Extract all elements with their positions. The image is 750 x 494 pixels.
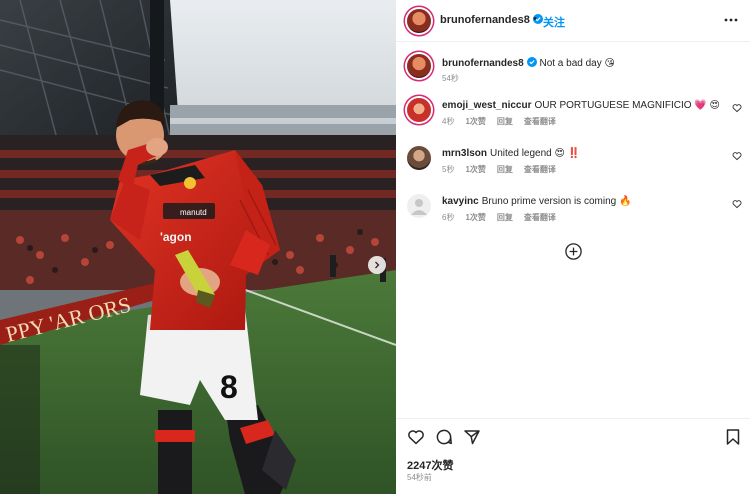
comment-icon[interactable] [435,428,453,446]
comment-translate-button[interactable]: 查看翻译 [524,117,556,126]
post-action-bar [396,418,750,454]
post-timestamp: 54秒前 [407,473,432,482]
comment-text: OUR PORTUGUESE MAGNIFICIO [534,100,692,111]
carousel-next-button[interactable] [368,256,386,274]
verified-badge-icon [526,57,537,67]
comment-reply-button[interactable]: 回复 [497,213,513,222]
caption-text: Not a bad day [539,58,602,69]
comment-heart-icon[interactable] [732,151,742,161]
more-options-icon[interactable] [724,14,738,26]
comment-body: kavyinc Bruno prime version is coming 🔥 [442,196,631,207]
comment-heart-icon[interactable] [732,103,742,113]
comment-translate-button[interactable]: 查看翻译 [524,213,556,222]
shorts-number: 8 [220,369,238,405]
author-username[interactable]: brunofernandes8 [440,14,543,26]
comment-item: kavyinc Bruno prime version is coming 🔥 6… [396,194,750,234]
comment-time: 5秒 [442,165,455,174]
commenter-avatar[interactable] [407,146,431,170]
comment-username[interactable]: emoji_west_niccur [442,100,531,111]
follow-button[interactable]: 关注 [543,14,565,30]
comment-body: emoji_west_niccur OUR PORTUGUESE MAGNIFIC… [442,100,720,111]
comment-time: 4秒 [442,117,455,126]
caption-timestamp: 54秒 [442,74,459,83]
comment-emoji: 🔥 [618,196,632,207]
author-avatar[interactable] [407,9,431,33]
comment-heart-icon[interactable] [732,199,742,209]
comment-time: 6秒 [442,213,455,222]
post-caption: brunofernandes8 Not a bad day 😘 [442,57,615,69]
comment-body: mrn3lson United legend 😍 ‼️ [442,148,580,159]
commenter-avatar[interactable] [407,194,431,218]
comment-item: mrn3lson United legend 😍 ‼️ 5秒 1次赞 回复 查看翻译 [396,146,750,186]
comment-text: United legend [490,148,552,159]
comment-emoji: 😍 ‼️ [554,148,581,159]
post-header: brunofernandes8 • 关注 [396,0,750,42]
comment-translate-button[interactable]: 查看翻译 [524,165,556,174]
caption-author-avatar[interactable] [407,54,431,78]
comment-meta: 5秒 1次赞 回复 查看翻译 [442,164,567,175]
post-side-panel: brunofernandes8 • 关注 brunofernandes8 Not… [396,0,750,494]
comment-reply-button[interactable]: 回复 [497,165,513,174]
caption-emoji: 😘 [604,58,615,69]
jersey-badge-text: manutd [180,208,207,217]
comment-reply-button[interactable]: 回复 [497,117,513,126]
comment-likes[interactable]: 1次赞 [465,165,485,174]
comment-text: Bruno prime version is coming [481,196,617,207]
comment-likes[interactable]: 1次赞 [465,213,485,222]
bookmark-icon[interactable] [724,428,742,446]
comment-meta: 6秒 1次赞 回复 查看翻译 [442,212,567,223]
add-circle-icon[interactable] [565,243,582,260]
send-icon[interactable] [463,428,481,446]
comment-username[interactable]: kavyinc [442,196,479,207]
post-photo[interactable]: PPY 'AR ORS 8 manutd 'agon [0,0,396,494]
heart-icon[interactable] [407,428,425,446]
commenter-avatar[interactable] [407,98,431,122]
follow-separator: • [533,13,537,25]
comment-emoji: 💗 😍 [694,100,720,111]
chevron-right-icon [375,261,380,269]
jersey-sponsor-text: 'agon [160,230,192,244]
comment-meta: 4秒 1次赞 回复 查看翻译 [442,116,567,127]
default-avatar-icon [411,199,427,215]
comment-username[interactable]: mrn3lson [442,148,487,159]
comment-item: emoji_west_niccur OUR PORTUGUESE MAGNIFIC… [396,98,750,138]
post-likes-count[interactable]: 2247次赞 [407,457,453,473]
comment-likes[interactable]: 1次赞 [465,117,485,126]
post-image: PPY 'AR ORS 8 manutd 'agon [0,0,396,494]
caption-author-username[interactable]: brunofernandes8 [442,58,524,69]
